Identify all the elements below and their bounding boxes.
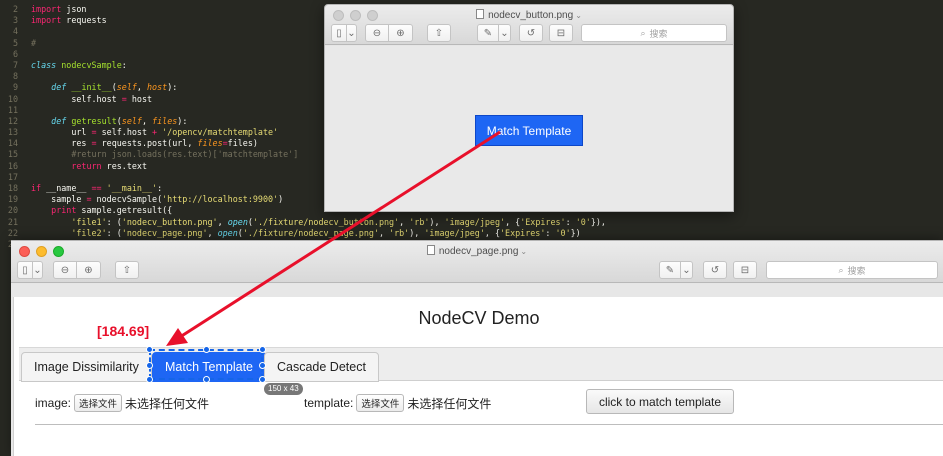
match-arrow — [166, 130, 501, 346]
arrow-head-icon — [166, 328, 188, 346]
arrow-line — [179, 130, 501, 339]
